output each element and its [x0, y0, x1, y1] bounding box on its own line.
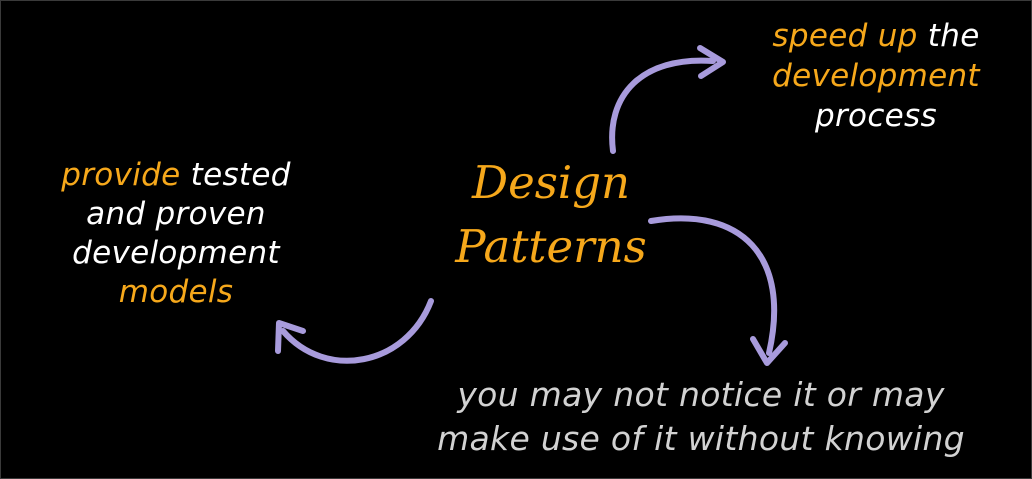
left-line-3: development [72, 235, 280, 271]
right-line-1-rest: the [917, 18, 980, 54]
bottom-line-1: you may not notice it or may [457, 375, 945, 414]
right-line-1: speed up the [731, 16, 1021, 56]
right-line-2: development [772, 58, 980, 94]
top-right-text-block: speed up the development process [731, 16, 1021, 136]
right-highlight-speed-up: speed up [772, 18, 918, 54]
arrow-to-top-right [609, 45, 726, 154]
left-text-block: provide tested and proven development mo… [21, 156, 331, 312]
left-line-2: and proven [86, 196, 266, 232]
bottom-text-block: you may not notice it or may make use of… [381, 373, 1021, 461]
left-line-1: provide tested [21, 156, 331, 195]
left-line-1-rest: tested [180, 157, 291, 193]
slide-canvas: Design Patterns provide tested and prove… [0, 0, 1032, 479]
center-title-line-1: Design [472, 156, 630, 209]
right-line-3: process [815, 98, 937, 134]
center-title-line-2: Patterns [455, 220, 647, 273]
center-title: Design Patterns [401, 151, 701, 279]
left-highlight-provide: provide [61, 157, 181, 193]
bottom-line-2: make use of it without knowing [437, 419, 965, 458]
left-line-4: models [118, 274, 234, 310]
